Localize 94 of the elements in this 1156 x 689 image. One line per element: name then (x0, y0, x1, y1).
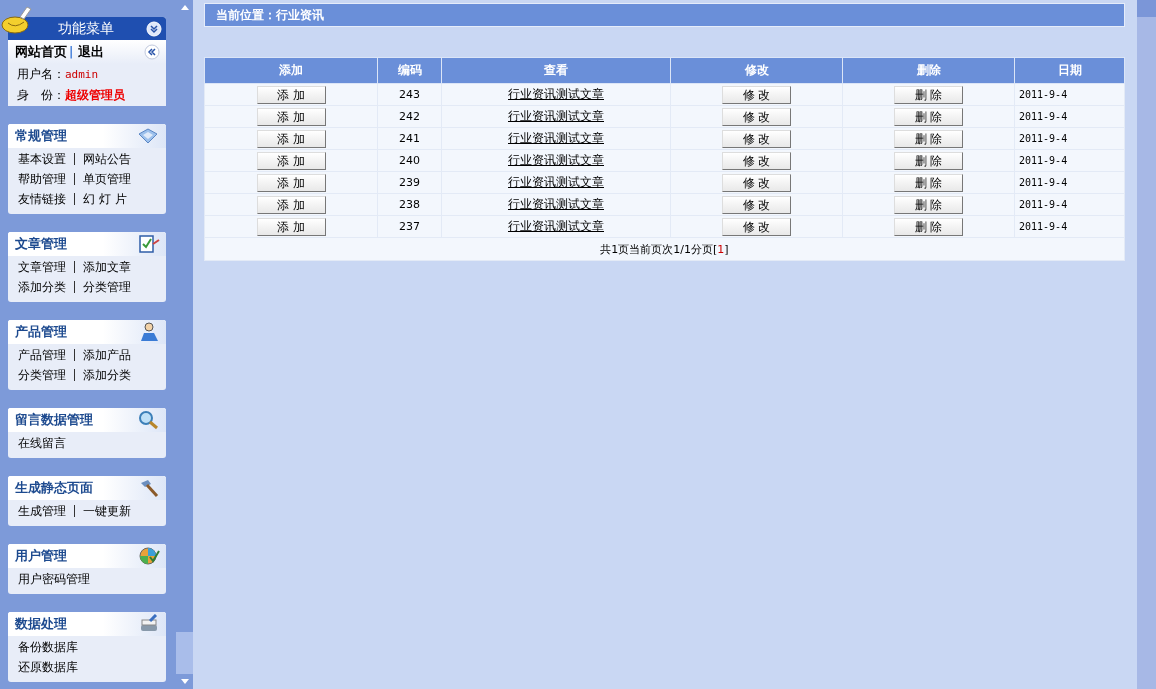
clipboard-icon (138, 234, 160, 254)
menu-link[interactable]: 添加分类 (83, 366, 131, 384)
scrollbar-thumb[interactable] (1137, 0, 1156, 17)
table-cell: 2011-9-4 (1014, 215, 1125, 238)
add-button[interactable]: 添 加 (256, 217, 326, 236)
delete-button[interactable]: 删 除 (894, 107, 963, 126)
column-header: 编码 (377, 57, 442, 84)
table-cell: 2011-9-4 (1014, 171, 1125, 194)
back-icon[interactable] (144, 44, 160, 60)
menu-link[interactable]: 生成管理 (18, 502, 66, 520)
menu-link[interactable]: 分类管理 (83, 278, 131, 296)
menu-link[interactable]: 幻 灯 片 (83, 190, 127, 208)
menu-link[interactable]: 网站公告 (83, 150, 131, 168)
add-button[interactable]: 添 加 (256, 129, 326, 148)
add-button[interactable]: 添 加 (256, 195, 326, 214)
menu-title: 功能菜单 (58, 19, 115, 38)
menu-link[interactable]: 添加文章 (83, 258, 131, 276)
scroll-down-icon[interactable] (180, 679, 189, 684)
menu-link[interactable]: 还原数据库 (18, 658, 78, 676)
collapse-icon[interactable] (146, 20, 162, 37)
menu-link[interactable]: 文章管理 (18, 258, 66, 276)
user-label: 用户名： (17, 66, 65, 83)
edit-button[interactable]: 修 改 (722, 107, 791, 126)
disk-stack-icon (138, 614, 160, 634)
column-header: 删除 (842, 57, 1015, 84)
section-title: 留言数据管理 (15, 411, 93, 429)
table-cell: 239 (377, 171, 442, 194)
page-link[interactable]: 1 (717, 242, 725, 256)
table-cell: 2011-9-4 (1014, 83, 1125, 106)
menu-link[interactable]: 基本设置 (18, 150, 66, 168)
scroll-up-icon[interactable] (180, 5, 189, 10)
table-cell: 240 (377, 149, 442, 172)
edit-button[interactable]: 修 改 (722, 173, 791, 192)
delete-button[interactable]: 删 除 (894, 151, 963, 170)
edit-button[interactable]: 修 改 (722, 217, 791, 236)
add-button[interactable]: 添 加 (256, 85, 326, 104)
role: 超级管理员 (65, 87, 125, 104)
edit-button[interactable]: 修 改 (722, 195, 791, 214)
column-header: 日期 (1014, 57, 1125, 84)
table-cell: 2011-9-4 (1014, 149, 1125, 172)
column-header: 修改 (670, 57, 843, 84)
section-title: 产品管理 (15, 323, 67, 341)
menu-link[interactable]: 添加产品 (83, 346, 131, 364)
hand-icon (0, 5, 34, 35)
delete-button[interactable]: 删 除 (894, 195, 963, 214)
table-cell: 241 (377, 127, 442, 150)
section-title: 常规管理 (15, 127, 67, 145)
menu-link[interactable]: 友情链接 (18, 190, 66, 208)
delete-button[interactable]: 删 除 (894, 173, 963, 192)
delete-button[interactable]: 删 除 (894, 85, 963, 104)
menu-link[interactable]: 单页管理 (83, 170, 131, 188)
person-icon (138, 321, 160, 343)
globe-icon (138, 546, 160, 566)
edit-button[interactable]: 修 改 (722, 151, 791, 170)
column-header: 添加 (204, 57, 378, 84)
column-header: 查看 (441, 57, 671, 84)
table-cell: 2011-9-4 (1014, 193, 1125, 216)
pagination-text: 共1页当前页次1/1分页[ (600, 242, 718, 256)
delete-button[interactable]: 删 除 (894, 129, 963, 148)
menu-link[interactable]: 在线留言 (18, 434, 66, 452)
menu-link[interactable]: 添加分类 (18, 278, 66, 296)
table-cell: 2011-9-4 (1014, 127, 1125, 150)
section-title: 文章管理 (15, 235, 67, 253)
edit-button[interactable]: 修 改 (722, 129, 791, 148)
section-title: 用户管理 (15, 547, 67, 565)
add-button[interactable]: 添 加 (256, 173, 326, 192)
cube-icon (136, 126, 160, 146)
home-link[interactable]: 网站首页 (15, 43, 67, 61)
menu-link[interactable]: 分类管理 (18, 366, 66, 384)
menu-link[interactable]: 备份数据库 (18, 638, 78, 656)
magnifier-icon (138, 410, 160, 430)
separator: | (69, 45, 74, 59)
table-cell: 243 (377, 83, 442, 106)
edit-button[interactable]: 修 改 (722, 85, 791, 104)
section-title: 生成静态页面 (15, 479, 93, 497)
menu-link[interactable]: 产品管理 (18, 346, 66, 364)
section-title: 数据处理 (15, 615, 67, 633)
table-cell: 238 (377, 193, 442, 216)
menu-link[interactable]: 用户密码管理 (18, 570, 90, 588)
add-button[interactable]: 添 加 (256, 107, 326, 126)
delete-button[interactable]: 删 除 (894, 217, 963, 236)
breadcrumb: 当前位置：行业资讯 (216, 6, 324, 24)
logout-link[interactable]: 退出 (78, 43, 105, 61)
table-cell: 2011-9-4 (1014, 105, 1125, 128)
table-cell: 242 (377, 105, 442, 128)
menu-link[interactable]: 帮助管理 (18, 170, 66, 188)
scrollbar-thumb[interactable] (176, 632, 193, 674)
add-button[interactable]: 添 加 (256, 151, 326, 170)
role-label: 身 份： (17, 87, 65, 104)
menu-link[interactable]: 一键更新 (83, 502, 131, 520)
username: admin (65, 68, 99, 81)
page-scrollbar[interactable] (1137, 0, 1156, 689)
pagination-bracket: ] (724, 242, 729, 256)
table-cell: 237 (377, 215, 442, 238)
